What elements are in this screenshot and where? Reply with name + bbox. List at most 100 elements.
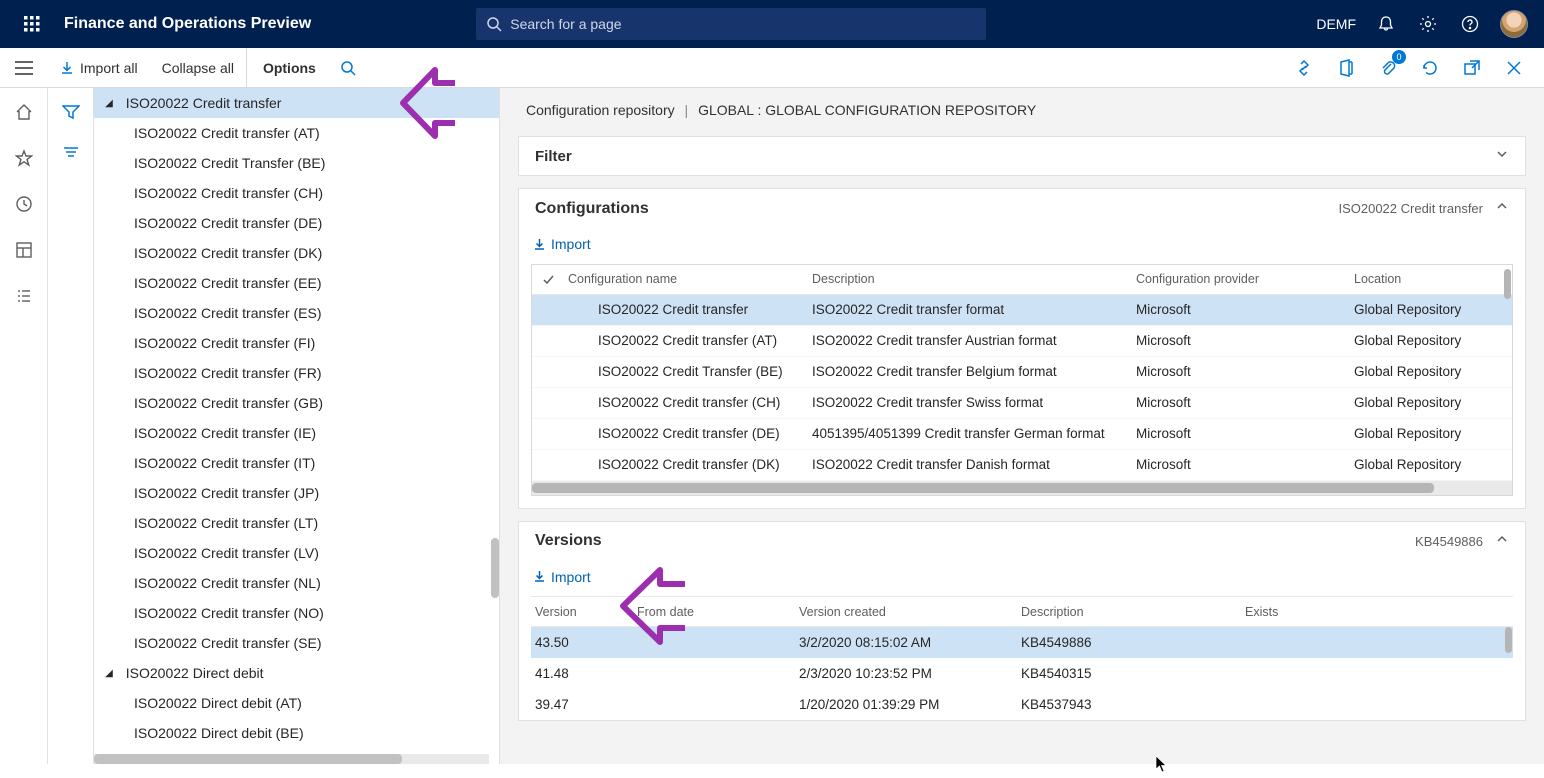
config-row[interactable]: ISO20022 Credit transfer (CH)ISO20022 Cr… (532, 388, 1512, 419)
gear-icon[interactable] (1416, 12, 1440, 36)
main-layout: ◢ ISO20022 Credit transfer ISO20022 Cred… (0, 88, 1544, 764)
versions-import-button[interactable]: Import (533, 569, 591, 585)
configurations-sub: ISO20022 Credit transfer (1338, 201, 1483, 216)
search-icon (340, 60, 356, 76)
col-prov[interactable]: Configuration provider (1136, 272, 1354, 286)
rail-home-icon[interactable] (8, 96, 40, 128)
tree-item[interactable]: ISO20022 Credit transfer (FI) (94, 328, 499, 358)
tree-item[interactable]: ISO20022 Credit transfer (FR) (94, 358, 499, 388)
config-import-button[interactable]: Import (533, 236, 591, 252)
rail-star-icon[interactable] (8, 142, 40, 174)
tree-item[interactable]: ISO20022 Credit transfer (AT) (94, 118, 499, 148)
user-avatar[interactable] (1500, 10, 1528, 38)
versions-title: Versions (535, 532, 602, 550)
config-row[interactable]: ISO20022 Credit transfer (AT)ISO20022 Cr… (532, 326, 1512, 357)
tree-item[interactable]: ISO20022 Credit transfer (GB) (94, 388, 499, 418)
rail-workspace-icon[interactable] (8, 234, 40, 266)
help-icon[interactable] (1458, 12, 1482, 36)
download-icon (533, 570, 546, 583)
col-name[interactable]: Configuration name (564, 272, 812, 286)
col-created[interactable]: Version created (799, 605, 1021, 619)
collapse-all-label: Collapse all (162, 60, 234, 76)
col-exists[interactable]: Exists (1245, 605, 1513, 619)
tree-item[interactable]: ISO20022 Credit transfer (LT) (94, 508, 499, 538)
config-vscroll[interactable] (1502, 265, 1512, 481)
global-search[interactable]: Search for a page (476, 8, 986, 40)
col-version[interactable]: Version (531, 605, 637, 619)
tree-item[interactable]: ISO20022 Credit transfer (NL) (94, 568, 499, 598)
options-button[interactable]: Options (246, 48, 328, 87)
tree-item[interactable]: ISO20022 Credit transfer (CH) (94, 178, 499, 208)
tree-item[interactable]: ISO20022 Direct debit (BE) (94, 718, 499, 748)
config-row[interactable]: ISO20022 Credit transfer (DK)ISO20022 Cr… (532, 450, 1512, 481)
config-row[interactable]: ISO20022 Credit transferISO20022 Credit … (532, 295, 1512, 326)
refresh-icon[interactable] (1416, 54, 1444, 82)
tree-item[interactable]: ISO20022 Credit transfer (SE) (94, 628, 499, 658)
col-from[interactable]: From date (637, 605, 799, 619)
tree-item[interactable]: ISO20022 Credit transfer (ES) (94, 298, 499, 328)
collapse-all-button[interactable]: Collapse all (150, 48, 246, 87)
waffle-icon[interactable] (8, 16, 56, 32)
tree-item[interactable]: ISO20022 Credit transfer (JP) (94, 478, 499, 508)
tree-item-sibling[interactable]: ◢ ISO20022 Direct debit (94, 658, 499, 688)
rail-modules-icon[interactable] (8, 280, 40, 312)
link-icon[interactable] (1290, 54, 1318, 82)
chevron-down-icon (1495, 147, 1509, 165)
tree-pane: ◢ ISO20022 Credit transfer ISO20022 Cred… (94, 88, 500, 764)
config-row[interactable]: ISO20022 Credit Transfer (BE)ISO20022 Cr… (532, 357, 1512, 388)
options-label: Options (263, 60, 316, 76)
tree-item[interactable]: ISO20022 Credit transfer (EE) (94, 268, 499, 298)
app-title: Finance and Operations Preview (56, 15, 311, 33)
tree-vscroll[interactable] (489, 88, 499, 754)
app-top-bar: Finance and Operations Preview Search fo… (0, 0, 1544, 48)
tree-item[interactable]: ISO20022 Credit transfer (LV) (94, 538, 499, 568)
tree-hscroll[interactable] (94, 754, 489, 764)
tree-item[interactable]: ISO20022 Credit transfer (DE) (94, 208, 499, 238)
tree-item[interactable]: ISO20022 Credit transfer (IT) (94, 448, 499, 478)
filter-panel-header[interactable]: Filter (519, 137, 1525, 175)
versions-vscroll[interactable] (1503, 627, 1513, 720)
chevron-up-icon (1495, 199, 1509, 218)
col-desc[interactable]: Description (812, 272, 1136, 286)
tree-filter-icon[interactable] (55, 96, 87, 128)
version-row[interactable]: 43.503/2/2020 08:15:02 AMKB4549886 (531, 627, 1513, 658)
import-all-button[interactable]: Import all (48, 48, 150, 87)
office-icon[interactable] (1332, 54, 1360, 82)
select-all[interactable] (532, 273, 564, 286)
popout-icon[interactable] (1458, 54, 1486, 82)
nav-hamburger[interactable] (0, 48, 48, 88)
tree-item-label: ISO20022 Credit transfer (126, 95, 282, 111)
tree-item[interactable]: ISO20022 Credit transfer (DK) (94, 238, 499, 268)
configurations-header[interactable]: Configurations ISO20022 Credit transfer (519, 189, 1525, 228)
breadcrumb-a[interactable]: Configuration repository (526, 102, 675, 118)
versions-grid-header: Version From date Version created Descri… (531, 597, 1513, 627)
tree-item-label: ISO20022 Direct debit (126, 665, 264, 681)
version-row[interactable]: 41.482/3/2020 10:23:52 PMKB4540315 (531, 658, 1513, 689)
config-row[interactable]: ISO20022 Credit transfer (DE)4051395/405… (532, 419, 1512, 450)
caret-down-icon[interactable]: ◢ (100, 98, 118, 109)
config-hscroll[interactable] (532, 481, 1512, 495)
versions-grid: Version From date Version created Descri… (531, 596, 1513, 720)
tree-item[interactable]: ISO20022 Credit Transfer (BE) (94, 148, 499, 178)
caret-down-icon[interactable]: ◢ (100, 668, 118, 679)
versions-header[interactable]: Versions KB4549886 (519, 522, 1525, 561)
company-badge[interactable]: DEMF (1316, 16, 1356, 32)
close-icon[interactable] (1500, 54, 1528, 82)
tree-item[interactable]: ISO20022 Credit transfer (NO) (94, 598, 499, 628)
tree-item[interactable]: ISO20022 Direct debit (AT) (94, 688, 499, 718)
search-icon (486, 16, 502, 32)
col-loc[interactable]: Location (1354, 272, 1512, 286)
tree-item-root[interactable]: ◢ ISO20022 Credit transfer (94, 88, 499, 118)
bell-icon[interactable] (1374, 12, 1398, 36)
download-icon (533, 238, 546, 251)
find-button[interactable] (328, 48, 368, 87)
col-desc[interactable]: Description (1021, 605, 1245, 619)
tree-tools-col (48, 88, 94, 764)
tree-sort-icon[interactable] (55, 136, 87, 168)
breadcrumb: Configuration repository | GLOBAL : GLOB… (518, 88, 1526, 136)
filter-title: Filter (535, 148, 572, 165)
version-row[interactable]: 39.471/20/2020 01:39:29 PMKB4537943 (531, 689, 1513, 720)
attach-icon[interactable]: 0 (1374, 54, 1402, 82)
rail-recent-icon[interactable] (8, 188, 40, 220)
tree-item[interactable]: ISO20022 Credit transfer (IE) (94, 418, 499, 448)
